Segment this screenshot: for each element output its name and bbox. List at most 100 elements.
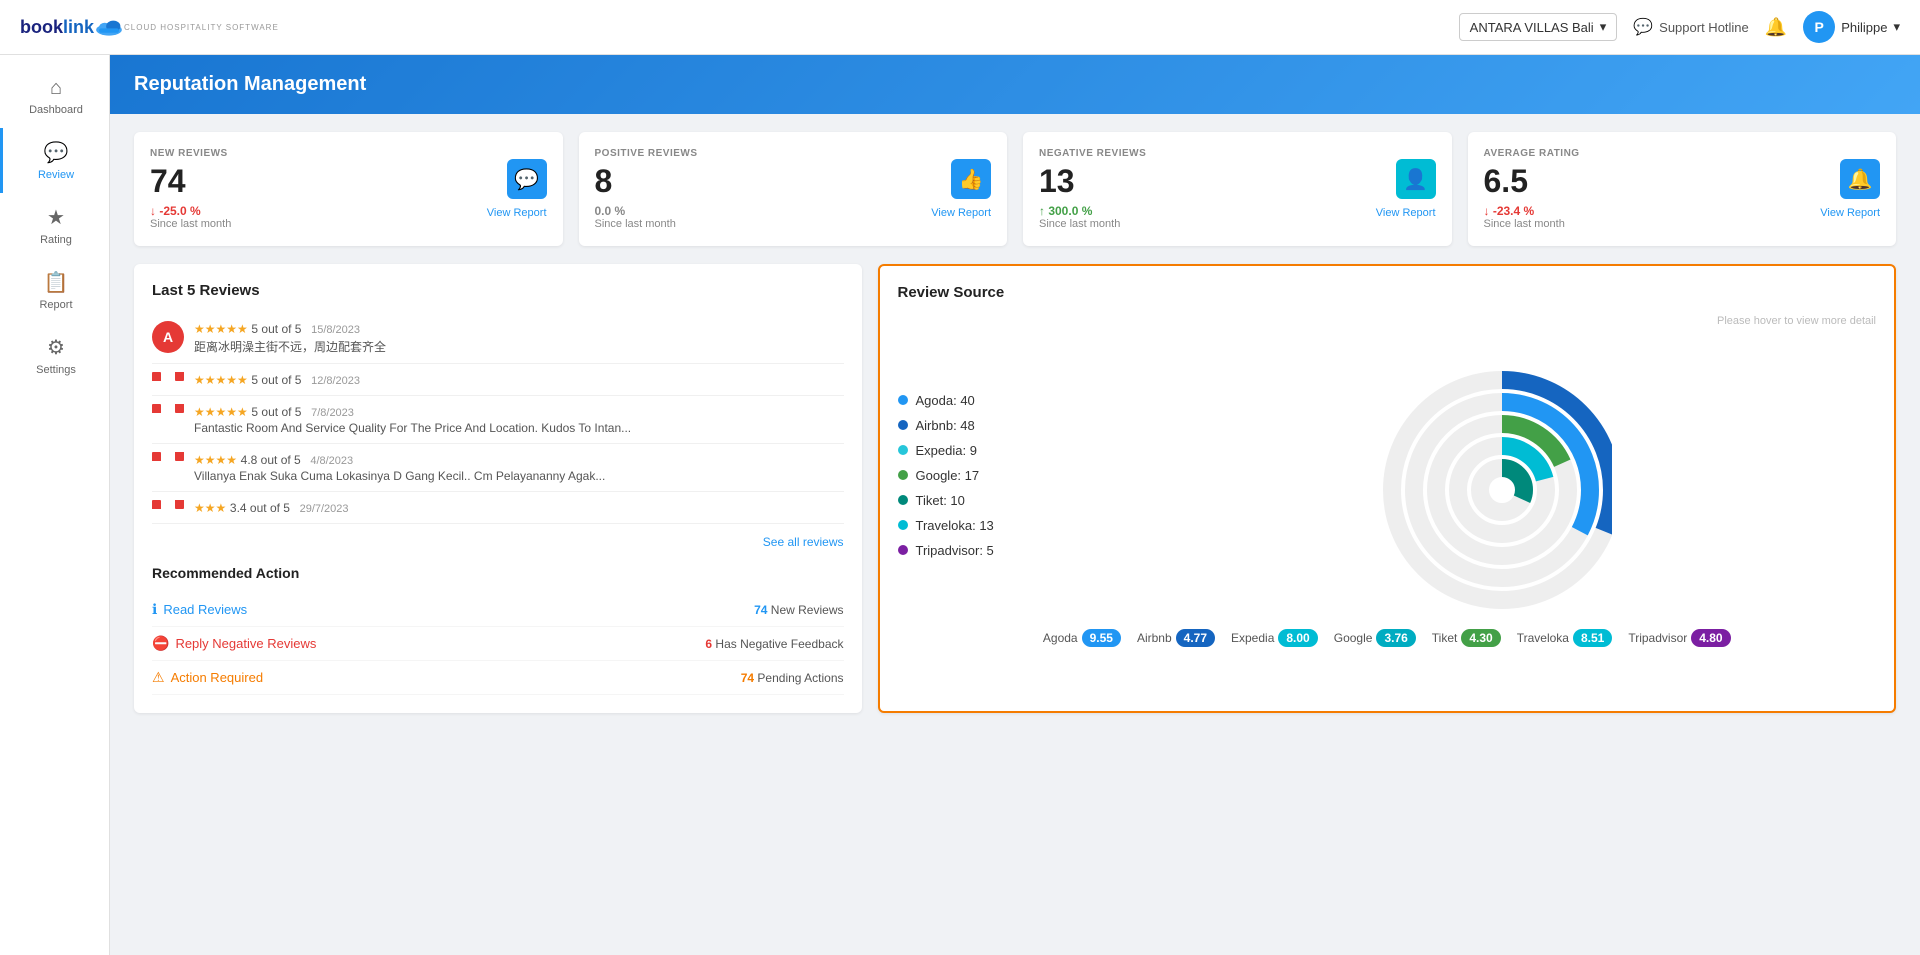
google-source-label: Google — [1334, 631, 1373, 645]
agoda-dot — [898, 395, 908, 405]
new-reviews-view-report[interactable]: View Report — [487, 207, 547, 219]
positive-reviews-value: 8 — [595, 163, 698, 200]
read-reviews-label[interactable]: ℹ Read Reviews — [152, 601, 247, 618]
legend-agoda: Agoda: 40 — [898, 393, 1028, 408]
review-item-5: ★★★ 3.4 out of 5 29/7/2023 — [152, 492, 844, 524]
sidebar-item-rating[interactable]: ★ Rating — [0, 193, 109, 258]
card-new-reviews-left: NEW REVIEWS 74 ↓ -25.0 % Since last mont… — [150, 148, 231, 230]
reviews-panel: Last 5 Reviews A ★★★★★ 5 out of 5 15/8/2… — [134, 264, 862, 713]
see-all-reviews[interactable]: See all reviews — [152, 534, 844, 549]
see-all-reviews-link[interactable]: See all reviews — [763, 535, 844, 549]
agoda-label: Agoda: 40 — [916, 393, 975, 408]
tripadvisor-source-label: Tripadvisor — [1628, 631, 1687, 645]
card-average-rating: AVERAGE RATING 6.5 ↓ -23.4 % Since last … — [1468, 132, 1897, 246]
page-header: Reputation Management — [110, 55, 1920, 114]
tripadvisor-label: Tripadvisor: 5 — [916, 543, 994, 558]
sidebar-item-review[interactable]: 💬 Review — [0, 128, 109, 193]
negative-reviews-change: ↑ 300.0 % — [1039, 204, 1146, 218]
review-meta-5: ★★★ 3.4 out of 5 29/7/2023 — [194, 500, 844, 515]
action-required-label[interactable]: ⚠ Action Required — [152, 669, 263, 686]
traveloka-source-label: Traveloka — [1517, 631, 1569, 645]
app-logo: book link CLOUD HOSPITALITY SOFTWARE — [20, 17, 279, 38]
average-rating-change: ↓ -23.4 % — [1484, 204, 1580, 218]
read-reviews-number: 74 — [754, 603, 767, 617]
user-menu[interactable]: P Philippe ▾ — [1803, 11, 1900, 43]
review-stars-1: ★★★★★ — [194, 322, 248, 336]
review-date-4: 4/8/2023 — [310, 455, 353, 467]
review-flag-3 — [152, 404, 184, 413]
average-rating-since: Since last month — [1484, 218, 1580, 230]
logo-book: book — [20, 17, 63, 38]
card-positive-reviews: POSITIVE REVIEWS 8 0.0 % Since last mont… — [579, 132, 1008, 246]
recommended-actions: Recommended Action ℹ Read Reviews 74 New… — [152, 565, 844, 695]
review-date-5: 29/7/2023 — [300, 503, 349, 515]
review-meta-3: ★★★★★ 5 out of 5 7/8/2023 Fantastic Room… — [194, 404, 844, 435]
notifications-bell-icon[interactable]: 🔔 — [1765, 17, 1787, 38]
report-icon: 📋 — [44, 270, 69, 295]
review-date-3: 7/8/2023 — [311, 407, 354, 419]
rating-traveloka: Traveloka 8.51 — [1517, 629, 1613, 647]
agoda-score: 9.55 — [1082, 629, 1121, 647]
donut-chart — [1312, 335, 1612, 615]
average-rating-icon: 🔔 — [1840, 159, 1880, 199]
content-area: NEW REVIEWS 74 ↓ -25.0 % Since last mont… — [110, 114, 1920, 731]
chevron-down-icon: ▾ — [1600, 19, 1607, 35]
reply-negative-number: 6 — [705, 637, 712, 651]
reply-negative-label[interactable]: ⛔ Reply Negative Reviews — [152, 635, 316, 652]
bottom-section: Last 5 Reviews A ★★★★★ 5 out of 5 15/8/2… — [134, 264, 1896, 713]
error-icon: ⛔ — [152, 635, 169, 652]
card-new-reviews: NEW REVIEWS 74 ↓ -25.0 % Since last mont… — [134, 132, 563, 246]
sidebar-item-settings[interactable]: ⚙ Settings — [0, 323, 109, 388]
support-hotline-button[interactable]: 💬 Support Hotline — [1633, 17, 1749, 37]
review-text-1: 距离冰明澡主街不远，周边配套齐全 — [194, 338, 844, 355]
sidebar-item-report[interactable]: 📋 Report — [0, 258, 109, 323]
tripadvisor-dot — [898, 545, 908, 555]
average-rating-label: AVERAGE RATING — [1484, 148, 1580, 159]
sidebar-item-dashboard[interactable]: ⌂ Dashboard — [0, 65, 109, 128]
rating-google: Google 3.76 — [1334, 629, 1416, 647]
review-text-3: Fantastic Room And Service Quality For T… — [194, 421, 844, 435]
star-icon: ★ — [47, 205, 65, 230]
review-date-2: 12/8/2023 — [311, 375, 360, 387]
review-icon: 💬 — [44, 140, 69, 165]
traveloka-label: Traveloka: 13 — [916, 518, 994, 533]
negative-reviews-view-report[interactable]: View Report — [1376, 207, 1436, 219]
card-positive-right: 👍 View Report — [931, 159, 991, 219]
source-hint: Please hover to view more detail — [898, 315, 1877, 327]
google-dot — [898, 470, 908, 480]
card-positive-left: POSITIVE REVIEWS 8 0.0 % Since last mont… — [595, 148, 698, 230]
hotel-selector[interactable]: ANTARA VILLAS Bali ▾ — [1459, 13, 1618, 41]
sidebar-label-rating: Rating — [40, 234, 72, 246]
app-subtitle: CLOUD HOSPITALITY SOFTWARE — [124, 24, 279, 32]
sidebar-label-review: Review — [38, 169, 74, 181]
review-item-2: ★★★★★ 5 out of 5 12/8/2023 — [152, 364, 844, 396]
expedia-label: Expedia: 9 — [916, 443, 977, 458]
review-avatar-1: A — [152, 321, 184, 353]
card-negative-right: 👤 View Report — [1376, 159, 1436, 219]
airbnb-dot — [898, 420, 908, 430]
review-score-1: 5 out of 5 — [251, 322, 301, 336]
average-rating-view-report[interactable]: View Report — [1820, 207, 1880, 219]
sidebar-label-report: Report — [39, 299, 72, 311]
review-stars-5: ★★★ — [194, 501, 226, 515]
read-reviews-count: 74 New Reviews — [754, 603, 843, 617]
legend-google: Google: 17 — [898, 468, 1028, 483]
review-text-4: Villanya Enak Suka Cuma Lokasinya D Gang… — [194, 469, 844, 483]
tiket-label: Tiket: 10 — [916, 493, 965, 508]
tiket-score: 4.30 — [1461, 629, 1500, 647]
rating-tiket: Tiket 4.30 — [1432, 629, 1501, 647]
tiket-source-label: Tiket — [1432, 631, 1458, 645]
airbnb-source-label: Airbnb — [1137, 631, 1172, 645]
left-panel: Last 5 Reviews A ★★★★★ 5 out of 5 15/8/2… — [134, 264, 862, 713]
action-required: ⚠ Action Required 74 Pending Actions — [152, 661, 844, 695]
expedia-source-label: Expedia — [1231, 631, 1274, 645]
positive-reviews-icon: 👍 — [951, 159, 991, 199]
actions-title: Recommended Action — [152, 565, 844, 581]
review-source-title: Review Source — [898, 284, 1877, 301]
rating-tripadvisor: Tripadvisor 4.80 — [1628, 629, 1730, 647]
card-avg-right: 🔔 View Report — [1820, 159, 1880, 219]
review-stars-4: ★★★★ — [194, 453, 237, 467]
positive-reviews-view-report[interactable]: View Report — [931, 207, 991, 219]
review-flag-4 — [152, 452, 184, 461]
hotel-name: ANTARA VILLAS Bali — [1470, 20, 1594, 35]
